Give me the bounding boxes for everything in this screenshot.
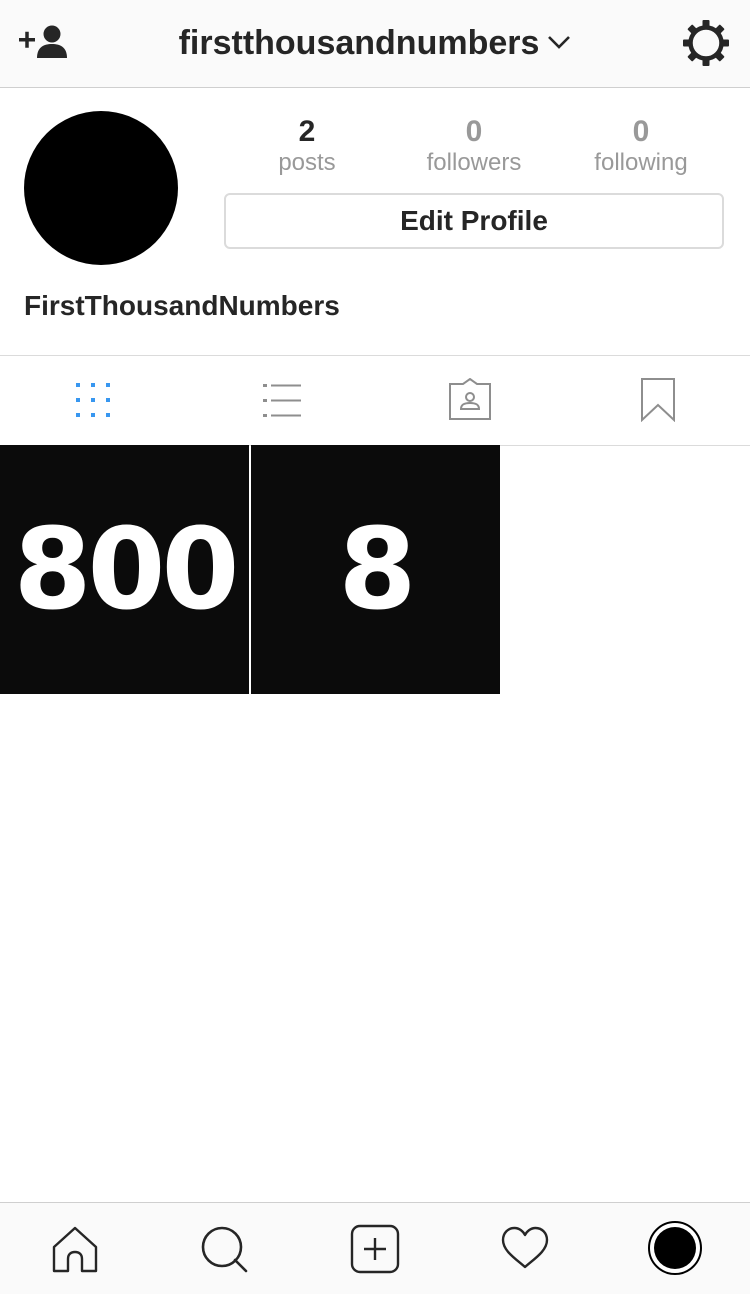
post-tile[interactable]: 800 — [0, 445, 249, 694]
list-icon[interactable] — [260, 378, 304, 422]
bottom-nav — [0, 1202, 750, 1294]
tagged-icon[interactable] — [448, 378, 492, 422]
stat-value: 0 — [465, 115, 483, 148]
post-tile[interactable]: 8 — [251, 445, 500, 694]
stat-value: 2 — [298, 115, 316, 148]
avatar-image — [654, 1227, 696, 1269]
posts-count[interactable]: 2 posts — [237, 115, 377, 177]
new-post-icon[interactable] — [349, 1223, 401, 1275]
edit-profile-button[interactable]: Edit Profile — [224, 193, 724, 249]
avatar[interactable] — [24, 111, 178, 265]
full-name: FirstThousandNumbers — [24, 290, 340, 321]
heart-icon[interactable] — [499, 1223, 551, 1275]
stat-label: posts — [278, 149, 336, 176]
profile-avatar[interactable] — [648, 1221, 702, 1275]
account-switcher[interactable]: firstthousandnumbers — [0, 22, 750, 64]
stat-label: following — [594, 149, 688, 176]
stat-value: 0 — [632, 115, 650, 148]
gear-icon[interactable] — [683, 20, 729, 66]
chevron-down-icon — [548, 36, 571, 49]
profile-tabs — [0, 355, 750, 446]
bookmark-icon[interactable] — [637, 378, 681, 422]
grid-icon[interactable] — [71, 378, 115, 422]
following-count[interactable]: 0 following — [571, 115, 711, 177]
top-bar: firstthousandnumbers — [0, 0, 750, 88]
username-title: firstthousandnumbers — [178, 24, 540, 62]
stat-label: followers — [426, 149, 522, 176]
profile-header: 2 posts 0 followers 0 following Edit Pro… — [0, 88, 750, 355]
search-icon[interactable] — [198, 1223, 250, 1275]
home-icon[interactable] — [49, 1223, 101, 1275]
followers-count[interactable]: 0 followers — [404, 115, 544, 177]
